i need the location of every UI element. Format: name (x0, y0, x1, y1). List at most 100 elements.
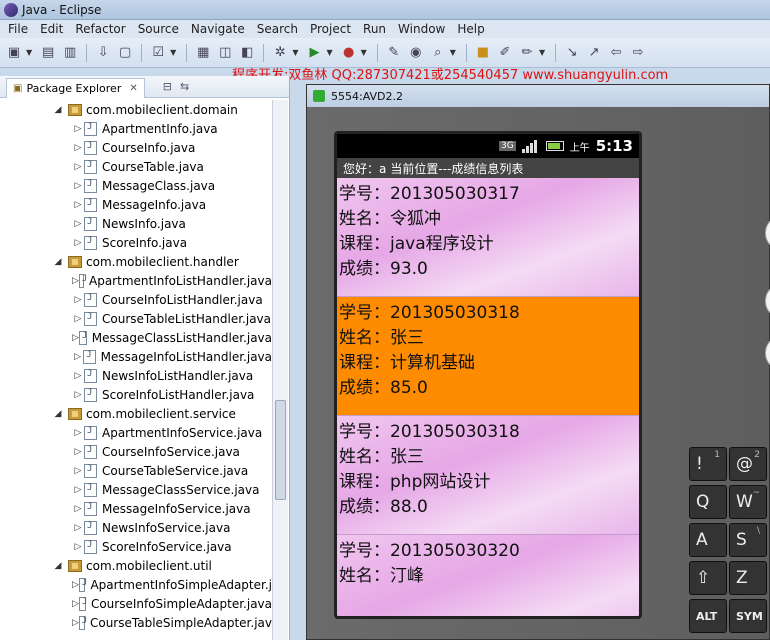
collapsed-triangle-icon[interactable]: ▷ (72, 276, 79, 286)
hardware-button[interactable] (765, 215, 770, 251)
collapsed-triangle-icon[interactable]: ▷ (72, 428, 84, 438)
search-icon[interactable]: ⌕ (428, 43, 448, 63)
key-q[interactable]: Q (689, 485, 727, 519)
file-node[interactable]: ▷ NewsInfoListHandler.java (0, 366, 272, 385)
file-node[interactable]: ▷ MessageClassService.java (0, 480, 272, 499)
menu-window[interactable]: Window (392, 22, 451, 36)
pencil-icon[interactable]: ✐ (495, 43, 515, 63)
collapsed-triangle-icon[interactable]: ▷ (72, 295, 84, 305)
file-node[interactable]: ▷ ApartmentInfoListHandler.java (0, 271, 272, 290)
collapsed-triangle-icon[interactable]: ▷ (72, 124, 84, 134)
menu-project[interactable]: Project (304, 22, 357, 36)
expanded-triangle-icon[interactable]: ◢ (52, 409, 64, 419)
file-node[interactable]: ▷ CourseInfoListHandler.java (0, 290, 272, 309)
collapsed-triangle-icon[interactable]: ▷ (72, 238, 84, 248)
menu-navigate[interactable]: Navigate (185, 22, 251, 36)
file-node[interactable]: ▷ MessageClass.java (0, 176, 272, 195)
globe-icon[interactable]: ◉ (406, 43, 426, 63)
explorer-scrollbar[interactable] (272, 100, 288, 640)
chevron-down-icon[interactable]: ▼ (170, 48, 176, 57)
menu-help[interactable]: Help (451, 22, 490, 36)
collapsed-triangle-icon[interactable]: ▷ (72, 542, 84, 552)
folder-icon[interactable]: ■ (473, 43, 493, 63)
menu-refactor[interactable]: Refactor (69, 22, 131, 36)
collapsed-triangle-icon[interactable]: ▷ (72, 200, 84, 210)
collapsed-triangle-icon[interactable]: ▷ (72, 599, 79, 609)
file-node[interactable]: ▷ ApartmentInfoService.java (0, 423, 272, 442)
key-a[interactable]: A (689, 523, 727, 557)
expanded-triangle-icon[interactable]: ◢ (52, 257, 64, 267)
chevron-down-icon[interactable]: ▼ (292, 48, 298, 57)
close-icon[interactable]: ✕ (129, 83, 137, 94)
collapsed-triangle-icon[interactable]: ▷ (72, 580, 79, 590)
file-node[interactable]: ▷ ApartmentInfo.java (0, 119, 272, 138)
debug-icon[interactable]: ✲ (270, 43, 290, 63)
key-alt[interactable]: ALT (689, 599, 727, 633)
forward-icon[interactable]: ⇨ (628, 43, 648, 63)
collapsed-triangle-icon[interactable]: ▷ (72, 333, 79, 343)
menu-search[interactable]: Search (251, 22, 304, 36)
list-item[interactable]: 学号：201305030318 姓名：张三 课程：计算机基础 成绩：85.0 (337, 297, 639, 416)
file-node[interactable]: ▷ ScoreInfoListHandler.java (0, 385, 272, 404)
collapsed-triangle-icon[interactable]: ▷ (72, 504, 84, 514)
file-node[interactable]: ▷ NewsInfo.java (0, 214, 272, 233)
package-node[interactable]: ◢ com.mobileclient.handler (0, 252, 272, 271)
collapsed-triangle-icon[interactable]: ▷ (72, 314, 84, 324)
file-node[interactable]: ▷ ScoreInfo.java (0, 233, 272, 252)
collapsed-triangle-icon[interactable]: ▷ (72, 523, 84, 533)
menu-source[interactable]: Source (132, 22, 185, 36)
package-node[interactable]: ◢ com.mobileclient.service (0, 404, 272, 423)
chevron-down-icon[interactable]: ▼ (450, 48, 456, 57)
collapsed-triangle-icon[interactable]: ▷ (72, 447, 84, 457)
file-node[interactable]: ▷ CourseInfoService.java (0, 442, 272, 461)
tab-package-explorer[interactable]: ▣ Package Explorer ✕ (6, 77, 145, 98)
collapsed-triangle-icon[interactable]: ▷ (72, 371, 84, 381)
open-task-icon[interactable]: ◧ (237, 43, 257, 63)
collapsed-triangle-icon[interactable]: ▷ (72, 466, 84, 476)
list-item[interactable]: 学号：201305030317 姓名：令狐冲 课程：java程序设计 成绩：93.0 (337, 178, 639, 297)
file-node[interactable]: ▷ MessageInfoListHandler.java (0, 347, 272, 366)
key-s[interactable]: S \ (729, 523, 767, 557)
key-shift[interactable]: ⇧ (689, 561, 727, 595)
list-item[interactable]: 学号：201305030318 姓名：张三 课程：php网站设计 成绩：88.0 (337, 416, 639, 535)
file-node[interactable]: ▷ CourseTableListHandler.java (0, 309, 272, 328)
file-node[interactable]: ▷ CourseInfoSimpleAdapter.java (0, 594, 272, 613)
list-item[interactable]: 学号：201305030320 姓名：汀峰 (337, 535, 639, 616)
collapsed-triangle-icon[interactable]: ▷ (72, 162, 84, 172)
menu-file[interactable]: File (2, 22, 34, 36)
collapsed-triangle-icon[interactable]: ▷ (72, 485, 84, 495)
menu-run[interactable]: Run (357, 22, 392, 36)
file-node[interactable]: ▷ NewsInfoService.java (0, 518, 272, 537)
download-icon[interactable]: ⇩ (93, 43, 113, 63)
chevron-down-icon[interactable]: ▼ (361, 48, 367, 57)
file-node[interactable]: ▷ CourseTableService.java (0, 461, 272, 480)
prev-annotation-icon[interactable]: ↗ (584, 43, 604, 63)
collapsed-triangle-icon[interactable]: ▷ (72, 352, 83, 362)
file-node[interactable]: ▷ MessageInfoService.java (0, 499, 272, 518)
hardware-button[interactable] (765, 335, 770, 371)
package-node[interactable]: ◢ com.mobileclient.util (0, 556, 272, 575)
check-icon[interactable]: ☑ (148, 43, 168, 63)
file-node[interactable]: ▷ CourseInfo.java (0, 138, 272, 157)
brush-icon[interactable]: ✏ (517, 43, 537, 63)
link-with-editor-icon[interactable]: ⇆ (180, 80, 189, 93)
key-@[interactable]: @2 (729, 447, 767, 481)
chevron-down-icon[interactable]: ▼ (326, 48, 332, 57)
scrollbar-thumb[interactable] (275, 400, 286, 500)
pen-icon[interactable]: ✎ (384, 43, 404, 63)
chevron-down-icon[interactable]: ▼ (26, 48, 32, 57)
next-annotation-icon[interactable]: ↘ (562, 43, 582, 63)
file-node[interactable]: ▷ ScoreInfoService.java (0, 537, 272, 556)
menu-edit[interactable]: Edit (34, 22, 69, 36)
hardware-button[interactable] (765, 283, 770, 319)
print-icon[interactable]: ▥ (60, 43, 80, 63)
save-icon[interactable]: ▤ (38, 43, 58, 63)
collapsed-triangle-icon[interactable]: ▷ (72, 618, 79, 628)
collapsed-triangle-icon[interactable]: ▷ (72, 390, 84, 400)
collapsed-triangle-icon[interactable]: ▷ (72, 181, 84, 191)
new-icon[interactable]: ▣ (4, 43, 24, 63)
score-list[interactable]: 学号：201305030317 姓名：令狐冲 课程：java程序设计 成绩：93.0 学… (337, 178, 639, 616)
file-node[interactable]: ▷ CourseTable.java (0, 157, 272, 176)
run-icon[interactable]: ▶ (304, 43, 324, 63)
collapse-all-icon[interactable]: ⊟ (163, 80, 172, 93)
